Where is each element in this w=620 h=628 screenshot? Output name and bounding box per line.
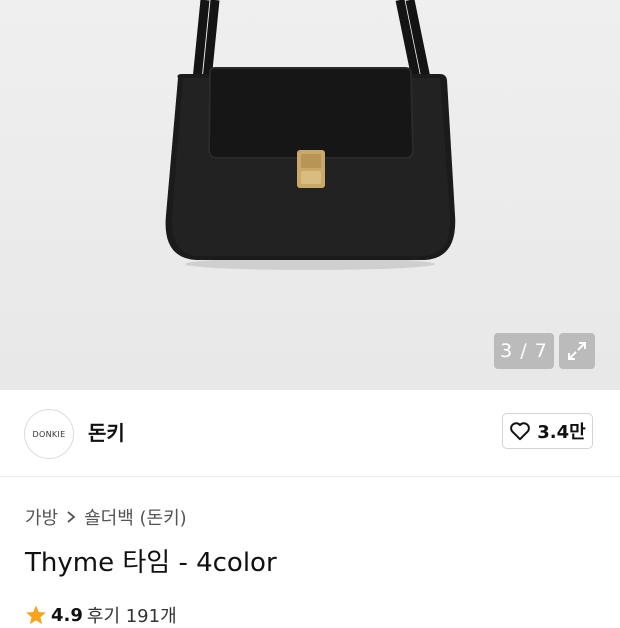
- product-image: [165, 0, 456, 270]
- rating-score: 4.9: [51, 604, 83, 626]
- expand-icon: [568, 342, 586, 360]
- seller-row: DONKIE 돈키 3.4만: [0, 390, 620, 477]
- star-icon: [26, 605, 46, 625]
- seller-logo[interactable]: DONKIE: [24, 409, 74, 459]
- expand-button[interactable]: [559, 333, 595, 369]
- image-counter: 3 / 7: [494, 333, 554, 369]
- product-image-gallery[interactable]: 3 / 7: [0, 0, 620, 390]
- seller-name[interactable]: 돈키: [88, 417, 125, 446]
- breadcrumb-subcategory[interactable]: 숄더백 (돈키): [84, 504, 187, 530]
- chevron-right-icon: [67, 511, 76, 523]
- rating-row[interactable]: 4.9 후기 191개: [25, 602, 177, 628]
- product-title: Thyme 타임 - 4color: [25, 548, 277, 578]
- breadcrumb-category[interactable]: 가방: [25, 504, 58, 530]
- breadcrumb: 가방 숄더백 (돈키): [25, 504, 187, 530]
- like-count: 3.4만: [537, 422, 586, 443]
- like-button[interactable]: 3.4만: [502, 413, 593, 449]
- heart-icon: [510, 422, 531, 441]
- review-count: 후기 191개: [86, 606, 177, 627]
